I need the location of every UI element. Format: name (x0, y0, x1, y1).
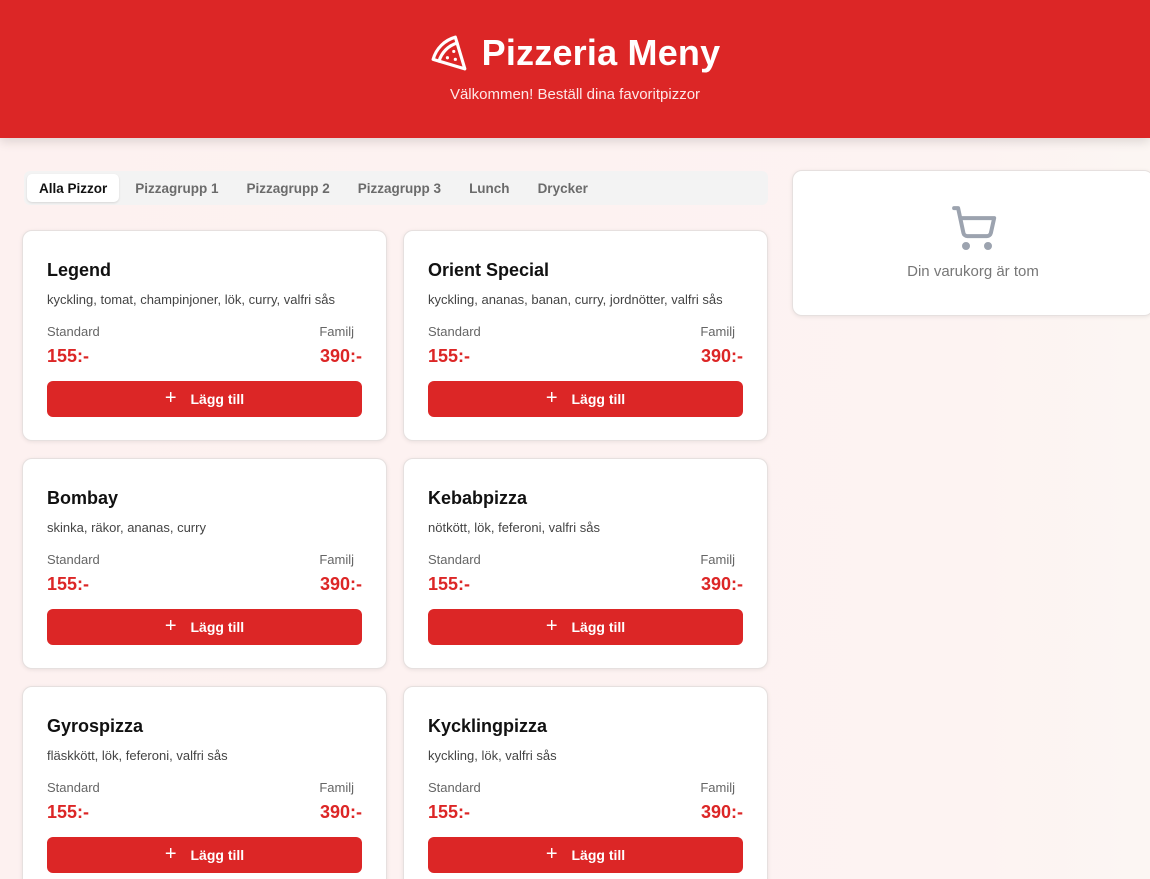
cart-empty-message: Din varukorg är tom (907, 263, 1039, 280)
pizza-description: kyckling, lök, valfri sås (428, 748, 557, 763)
family-price: 390:- (700, 574, 743, 594)
add-to-cart-button[interactable]: + Lägg till (47, 609, 362, 645)
standard-price: 155:- (428, 346, 471, 366)
pizza-name: Kebabpizza (428, 488, 528, 508)
tab-pizzagrupp-1[interactable]: Pizzagrupp 1 (123, 174, 230, 202)
standard-price: 155:- (428, 802, 471, 822)
add-to-cart-button[interactable]: + Lägg till (428, 837, 743, 873)
pizza-name: Gyrospizza (47, 716, 144, 736)
family-price: 390:- (319, 574, 362, 594)
plus-icon: + (164, 843, 177, 865)
pizza-card: Orient Special kyckling, ananas, banan, … (403, 230, 768, 441)
add-button-label: Lägg till (190, 619, 245, 635)
tab-drycker[interactable]: Drycker (526, 174, 600, 202)
family-label: Familj (700, 780, 735, 795)
add-to-cart-button[interactable]: + Lägg till (47, 837, 362, 873)
family-price: 390:- (700, 802, 743, 822)
pizza-description: fläskkött, lök, feferoni, valfri sås (47, 748, 228, 763)
category-tabs: Alla Pizzor Pizzagrupp 1 Pizzagrupp 2 Pi… (24, 171, 768, 205)
add-to-cart-button[interactable]: + Lägg till (47, 381, 362, 417)
pizza-card: Bombay skinka, räkor, ananas, curry Stan… (22, 458, 387, 669)
pizza-card: Kycklingpizza kyckling, lök, valfri sås … (403, 686, 768, 879)
family-label: Familj (319, 780, 354, 795)
family-label: Familj (700, 552, 735, 567)
pizza-description: kyckling, tomat, champinjoner, lök, curr… (47, 292, 336, 307)
family-label: Familj (700, 324, 735, 339)
family-price: 390:- (319, 346, 362, 366)
add-button-label: Lägg till (190, 847, 245, 863)
plus-icon: + (164, 387, 177, 409)
header-title-row: Pizzeria Meny (0, 32, 1150, 74)
standard-label: Standard (47, 780, 100, 795)
standard-label: Standard (428, 552, 481, 567)
add-to-cart-button[interactable]: + Lägg till (428, 609, 743, 645)
standard-label: Standard (47, 324, 100, 339)
pizza-name: Orient Special (428, 260, 550, 280)
tab-pizzagrupp-3[interactable]: Pizzagrupp 3 (346, 174, 453, 202)
add-to-cart-button[interactable]: + Lägg till (428, 381, 743, 417)
tab-lunch[interactable]: Lunch (457, 174, 522, 202)
page: Pizzeria Meny Välkommen! Beställ dina fa… (0, 0, 1150, 879)
standard-label: Standard (47, 552, 100, 567)
pizza-card: Gyrospizza fläskkött, lök, feferoni, val… (22, 686, 387, 879)
pizza-card: Kebabpizza nötkött, lök, feferoni, valfr… (403, 458, 768, 669)
standard-price: 155:- (47, 802, 90, 822)
plus-icon: + (545, 387, 558, 409)
cart-panel: Din varukorg är tom (792, 170, 1150, 316)
pizza-description: skinka, räkor, ananas, curry (47, 520, 206, 535)
pizza-description: nötkött, lök, feferoni, valfri sås (428, 520, 600, 535)
family-price: 390:- (319, 802, 362, 822)
pizza-name: Bombay (47, 488, 119, 508)
add-button-label: Lägg till (571, 847, 626, 863)
pizza-card: Legend kyckling, tomat, champinjoner, lö… (22, 230, 387, 441)
family-label: Familj (319, 324, 354, 339)
pizza-name: Kycklingpizza (428, 716, 548, 736)
standard-label: Standard (428, 324, 481, 339)
header: Pizzeria Meny Välkommen! Beställ dina fa… (0, 0, 1150, 138)
pizza-description: kyckling, ananas, banan, curry, jordnött… (428, 292, 723, 307)
tab-alla-pizzor[interactable]: Alla Pizzor (27, 174, 120, 202)
page-subtitle: Välkommen! Beställ dina favoritpizzor (449, 86, 701, 103)
add-button-label: Lägg till (190, 391, 245, 407)
family-label: Familj (319, 552, 354, 567)
standard-price: 155:- (47, 574, 90, 594)
family-price: 390:- (700, 346, 743, 366)
pizza-name: Legend (47, 260, 112, 280)
standard-price: 155:- (428, 574, 471, 594)
shopping-cart-icon (950, 204, 998, 252)
plus-icon: + (545, 615, 558, 637)
tab-pizzagrupp-2[interactable]: Pizzagrupp 2 (235, 174, 342, 202)
page-title: Pizzeria Meny (481, 32, 721, 73)
plus-icon: + (545, 843, 558, 865)
pizza-grid: Legend kyckling, tomat, champinjoner, lö… (22, 230, 768, 879)
add-button-label: Lägg till (571, 619, 626, 635)
pizza-slice-icon (430, 34, 468, 72)
standard-price: 155:- (47, 346, 90, 366)
standard-label: Standard (428, 780, 481, 795)
plus-icon: + (164, 615, 177, 637)
add-button-label: Lägg till (571, 391, 626, 407)
